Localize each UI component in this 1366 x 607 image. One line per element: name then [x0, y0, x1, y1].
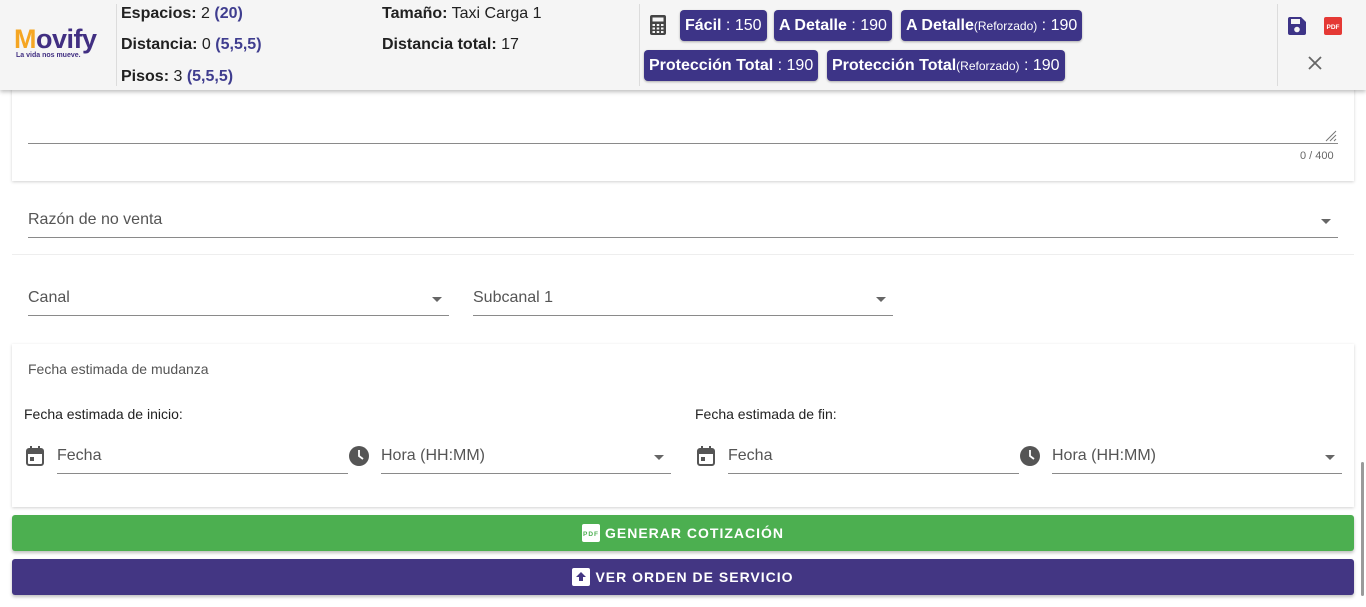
fecha-inicio-input[interactable]: Fecha	[57, 447, 101, 465]
badge-proteccion-total: Protección Total : 190	[644, 50, 819, 81]
calendar-icon[interactable]	[697, 446, 715, 466]
fecha-card: Fecha estimada de mudanza Fecha estimada…	[12, 344, 1354, 507]
header-divider	[639, 4, 640, 86]
resize-handle-icon[interactable]	[1323, 128, 1337, 142]
badge-a-detalle: A Detalle : 190	[774, 10, 892, 41]
header-divider	[1277, 4, 1278, 86]
calculator-icon	[650, 15, 666, 35]
header-divider	[116, 4, 117, 86]
chevron-down-icon[interactable]	[1325, 455, 1335, 460]
distancia-total-info: Distancia total: 17	[382, 36, 519, 53]
fecha-section-title: Fecha estimada de mudanza	[28, 361, 209, 377]
fin-label: Fecha estimada de fin:	[695, 406, 837, 422]
ver-orden-servicio-button[interactable]: VER ORDEN DE SERVICIO	[12, 559, 1354, 595]
form-content: 0 / 400 Razón de no venta Canal Subcanal…	[0, 80, 1366, 607]
generar-cotizacion-button[interactable]: PDF GENERAR COTIZACIÓN	[12, 515, 1354, 551]
calendar-icon[interactable]	[26, 446, 44, 466]
fecha-fin-underline	[728, 473, 1019, 474]
badge-a-detalle-reforzado: A Detalle(Reforzado) : 190	[901, 10, 1083, 41]
svg-text:PDF: PDF	[1327, 24, 1340, 31]
inicio-label: Fecha estimada de inicio:	[24, 406, 183, 422]
razon-no-venta-select[interactable]: Razón de no venta	[28, 211, 162, 229]
top-header: Movify La vida nos mueve. Espacios: 2 (2…	[0, 0, 1366, 90]
chevron-down-icon[interactable]	[654, 455, 664, 460]
movify-logo: Movify La vida nos mueve.	[14, 24, 114, 64]
pdf-icon[interactable]: PDF	[1324, 17, 1342, 35]
fecha-inicio-underline	[57, 473, 348, 474]
subcanal-underline	[473, 315, 893, 316]
comment-textarea-underline[interactable]	[28, 143, 1338, 144]
hora-inicio-underline	[381, 473, 671, 474]
chevron-down-icon[interactable]	[1321, 219, 1331, 224]
hora-fin-select[interactable]: Hora (HH:MM)	[1052, 447, 1156, 465]
razon-underline	[28, 237, 1338, 238]
clock-icon[interactable]	[1020, 446, 1040, 466]
pisos-info: Pisos: 3 (5,5,5)	[121, 68, 234, 85]
chevron-down-icon[interactable]	[432, 297, 442, 302]
badge-facil: Fácil : 150	[680, 10, 767, 41]
logo-wordmark: Movify	[14, 24, 97, 54]
espacios-info: Espacios: 2 (20)	[121, 5, 243, 22]
fecha-fin-input[interactable]: Fecha	[728, 447, 772, 465]
hora-inicio-select[interactable]: Hora (HH:MM)	[381, 447, 485, 465]
canal-underline	[28, 315, 449, 316]
svg-text:PDF: PDF	[583, 531, 599, 538]
clock-icon[interactable]	[349, 446, 369, 466]
save-icon[interactable]	[1288, 17, 1306, 35]
distancia-info: Distancia: 0 (5,5,5)	[121, 36, 262, 53]
upload-box-icon	[572, 568, 591, 586]
logo-tagline: La vida nos mueve.	[16, 52, 81, 59]
pdf-icon: PDF	[582, 524, 600, 542]
tamano-info: Tamaño: Taxi Carga 1	[382, 5, 542, 22]
canal-select[interactable]: Canal	[28, 289, 70, 307]
comment-card: 0 / 400	[12, 80, 1354, 181]
hora-fin-underline	[1052, 473, 1342, 474]
badge-proteccion-total-reforzado: Protección Total(Reforzado) : 190	[827, 50, 1065, 81]
char-counter: 0 / 400	[1300, 150, 1334, 162]
subcanal-select[interactable]: Subcanal 1	[473, 289, 553, 307]
chevron-down-icon[interactable]	[876, 297, 886, 302]
section-divider	[12, 254, 1354, 255]
close-icon[interactable]	[1308, 56, 1322, 70]
scrollbar[interactable]	[1361, 462, 1364, 596]
